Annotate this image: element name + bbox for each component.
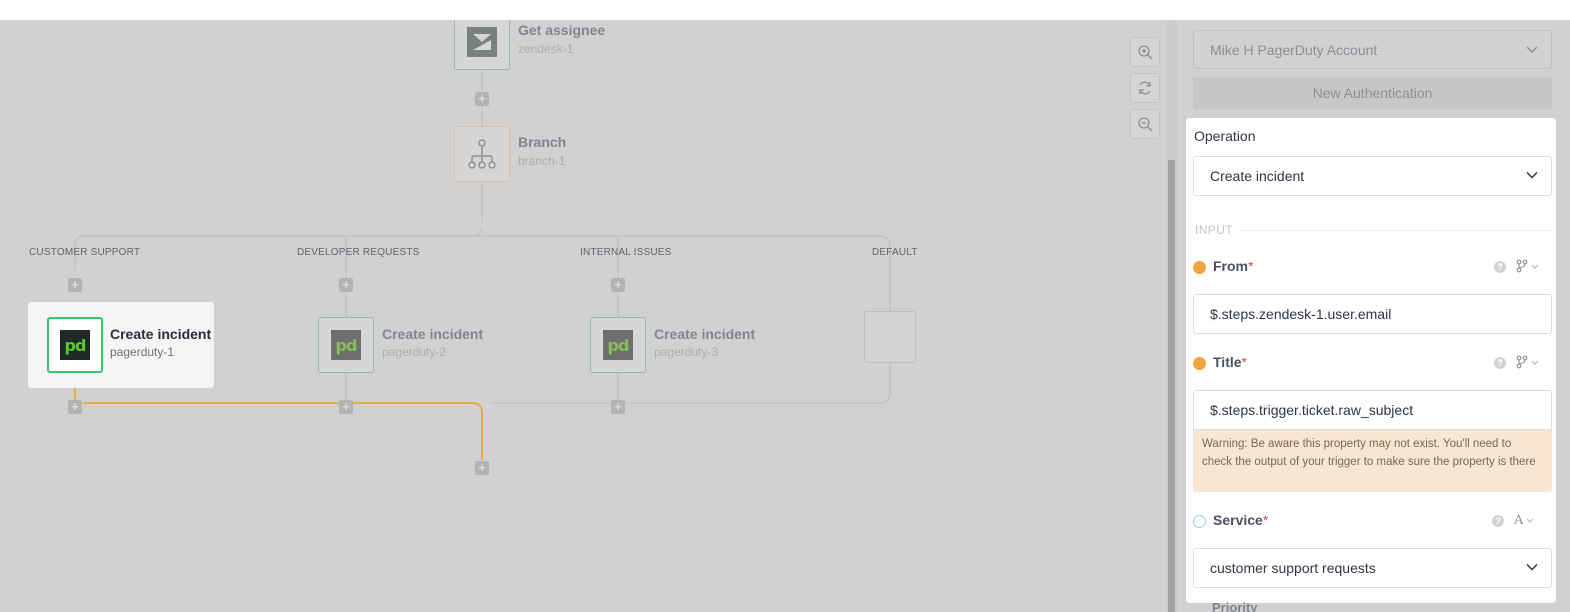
input-mode-toggle[interactable] [1516, 352, 1550, 372]
section-divider [1240, 230, 1552, 231]
node-title: Create incident [110, 326, 212, 342]
title-input[interactable]: $.steps.trigger.ticket.raw_subject [1193, 390, 1552, 430]
help-icon[interactable]: ? [1492, 515, 1504, 527]
property-warning: Warning: Be aware this property may not … [1193, 430, 1552, 492]
required-indicator-dot [1193, 261, 1206, 274]
top-bar [0, 0, 1570, 20]
scrollbar-thumb[interactable] [1168, 160, 1175, 612]
operation-select[interactable]: Create incident [1193, 156, 1552, 196]
branch-icon [1516, 259, 1528, 273]
node-subtitle: zendesk-1 [518, 42, 574, 56]
branch-icon [1516, 355, 1528, 369]
service-select[interactable]: customer support requests [1193, 548, 1552, 588]
help-icon[interactable]: ? [1494, 357, 1506, 369]
pagerduty-logo-icon: pd [47, 317, 103, 373]
input-mode-toggle[interactable] [1516, 256, 1550, 276]
field-label-service: Service* [1213, 512, 1269, 528]
chevron-down-icon [1525, 168, 1539, 185]
operation-label: Operation [1194, 128, 1256, 144]
account-select-value: Mike H PagerDuty Account [1210, 42, 1378, 58]
add-step-button[interactable]: + [339, 400, 353, 414]
field-label-from: From* [1213, 258, 1254, 274]
field-label-title: Title* [1213, 354, 1247, 370]
branch-label-default: DEFAULT [872, 247, 918, 258]
input-section-label: INPUT [1195, 223, 1233, 237]
node-title: Create incident [654, 326, 756, 342]
branch-label-developer-requests: DEVELOPER REQUESTS [297, 247, 420, 258]
optional-indicator-dot [1193, 515, 1206, 528]
default-branch-empty-slot[interactable] [864, 311, 916, 363]
add-step-button[interactable]: + [475, 92, 489, 106]
help-icon[interactable]: ? [1494, 261, 1506, 273]
add-step-button[interactable]: + [68, 278, 82, 292]
new-authentication-button[interactable]: New Authentication [1193, 77, 1552, 109]
connector-branch-bar [74, 235, 891, 311]
service-select-value: customer support requests [1210, 560, 1376, 576]
branch-icon [454, 126, 510, 182]
text-mode-icon: A [1514, 512, 1524, 528]
title-input-value: $.steps.trigger.ticket.raw_subject [1210, 402, 1414, 418]
zoom-in-icon [1138, 45, 1153, 60]
add-step-button[interactable]: + [611, 278, 625, 292]
chevron-down-icon [1525, 42, 1539, 59]
operation-select-value: Create incident [1210, 168, 1305, 184]
branch-label-customer-support: CUSTOMER SUPPORT [29, 247, 141, 258]
pagerduty-logo-icon: pd [318, 317, 374, 373]
chevron-down-icon [1531, 360, 1539, 365]
pagerduty-logo-icon: pd [590, 317, 646, 373]
add-step-button[interactable]: + [339, 278, 353, 292]
node-subtitle: pagerduty-1 [110, 345, 175, 359]
zoom-out-button[interactable] [1130, 109, 1160, 139]
branch-label-internal-issues: INTERNAL ISSUES [580, 247, 672, 258]
workflow-canvas[interactable]: Get assignee zendesk-1 + Branch branch-1… [0, 20, 1168, 612]
input-mode-toggle[interactable]: A [1514, 510, 1548, 530]
refresh-icon [1139, 81, 1151, 95]
node-title: Create incident [382, 326, 484, 342]
zendesk-logo-icon [454, 20, 510, 70]
chevron-down-icon [1526, 518, 1534, 523]
node-title: Branch [518, 134, 567, 150]
zoom-in-button[interactable] [1130, 37, 1160, 67]
node-subtitle: branch-1 [518, 154, 566, 168]
chevron-down-icon [1531, 264, 1539, 269]
zoom-out-icon [1138, 117, 1153, 132]
node-subtitle: pagerduty-3 [654, 345, 719, 359]
node-title: Get assignee [518, 22, 606, 38]
active-path [83, 402, 483, 460]
chevron-down-icon [1525, 560, 1539, 577]
add-step-button[interactable]: + [611, 400, 625, 414]
field-label-priority: Priority [1212, 600, 1258, 612]
required-indicator-dot [1193, 357, 1206, 370]
node-subtitle: pagerduty-2 [382, 345, 447, 359]
add-step-button[interactable]: + [68, 400, 82, 414]
from-input[interactable]: $.steps.zendesk-1.user.email [1193, 294, 1552, 334]
account-select[interactable]: Mike H PagerDuty Account [1193, 30, 1552, 69]
node-pagerduty-1-selected[interactable]: pd Create incident pagerduty-1 [28, 302, 214, 388]
reset-zoom-button[interactable] [1130, 73, 1160, 103]
add-step-button[interactable]: + [475, 461, 489, 475]
from-input-value: $.steps.zendesk-1.user.email [1210, 306, 1392, 322]
